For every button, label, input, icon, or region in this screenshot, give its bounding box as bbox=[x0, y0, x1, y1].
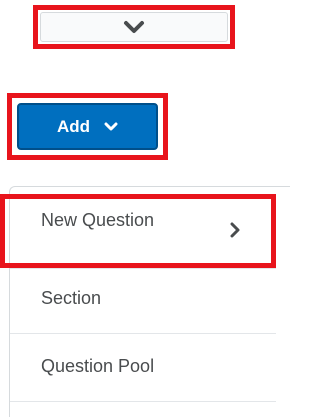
add-button[interactable]: Add bbox=[17, 103, 158, 150]
add-button-label: Add bbox=[56, 116, 91, 136]
page: Add New Question Section Question Pool bbox=[0, 0, 290, 417]
highlight-box-add-button: Add bbox=[7, 93, 168, 160]
chevron-down-icon bbox=[104, 122, 118, 132]
chevron-down-icon bbox=[123, 20, 145, 34]
menu-divider bbox=[10, 401, 276, 402]
menu-item-new-question-label: New Question bbox=[41, 210, 155, 230]
menu-item-section-label: Section bbox=[41, 288, 102, 308]
highlight-box-top-toggle bbox=[33, 5, 235, 49]
chevron-right-icon bbox=[229, 222, 241, 243]
expand-toggle-button[interactable] bbox=[40, 12, 228, 42]
menu-item-question-pool-label: Question Pool bbox=[41, 356, 155, 376]
